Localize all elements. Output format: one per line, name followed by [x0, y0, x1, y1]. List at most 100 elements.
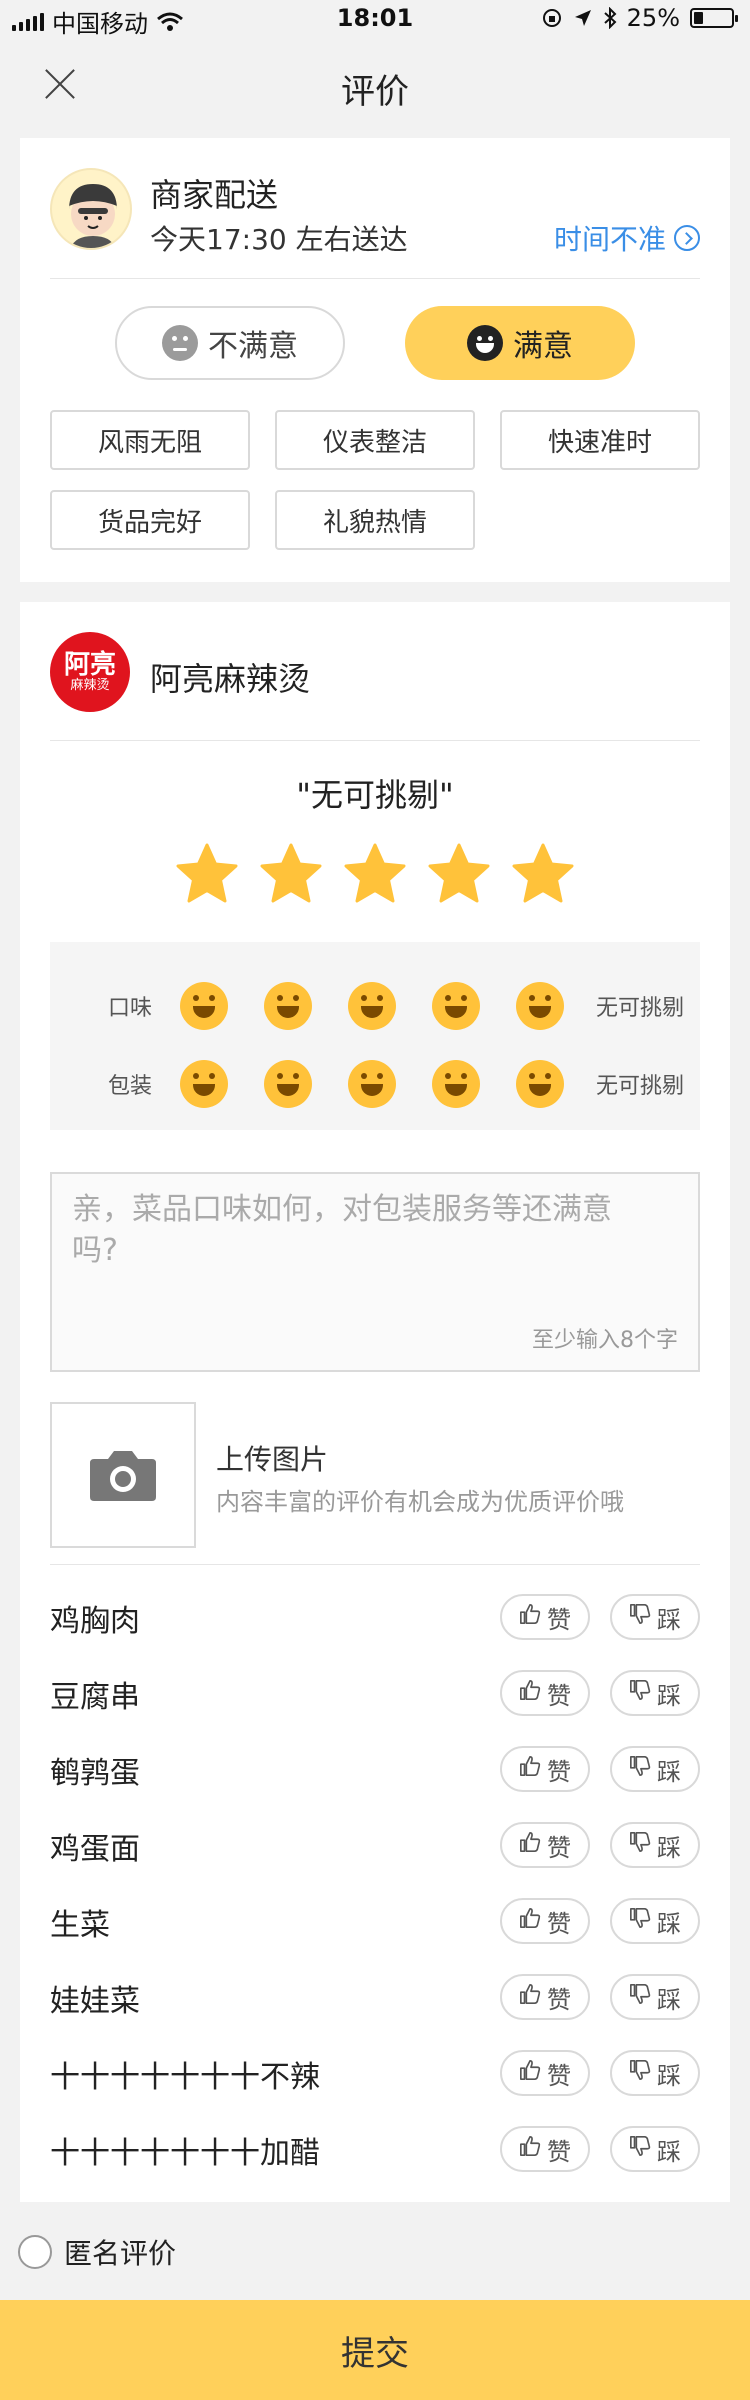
unsatisfied-label: 不满意 [208, 329, 298, 364]
dish-row: 鸡蛋面 赞 踩 [50, 1808, 700, 1884]
star-icon[interactable] [259, 842, 323, 906]
dish-name: 十十十十十十十不辣 [50, 2060, 320, 2095]
dislike-label: 踩 [657, 2137, 681, 2166]
tag-button[interactable]: 快速准时 [500, 410, 700, 470]
anonymous-label: 匿名评价 [64, 2237, 177, 2270]
battery-icon [690, 8, 738, 28]
dish-name: 鹌鹑蛋 [50, 1756, 140, 1791]
thumbs-down-icon [629, 1907, 651, 1935]
smile-emoji-icon[interactable] [180, 982, 228, 1030]
like-label: 赞 [547, 2137, 571, 2166]
dislike-label: 踩 [657, 2061, 681, 2090]
page-title: 评价 [341, 72, 409, 112]
shop-logo-text: 阿亮 [63, 649, 116, 680]
smile-emoji-icon[interactable] [348, 982, 396, 1030]
tag-button[interactable]: 仪表整洁 [275, 410, 475, 470]
smile-face-icon [467, 325, 503, 361]
status-bar: 中国移动 18:01 25% [0, 0, 750, 40]
dislike-button[interactable]: 踩 [610, 1898, 700, 1944]
comment-textarea[interactable]: 亲，菜品口味如何，对包装服务等还满意吗? 至少输入8个字 [50, 1172, 700, 1372]
like-button[interactable]: 赞 [500, 1974, 590, 2020]
smile-emoji-icon[interactable] [432, 1060, 480, 1108]
like-label: 赞 [547, 2061, 571, 2090]
sub-rating-result: 无可挑剔 [595, 1074, 684, 1099]
dish-name: 十十十十十十十加醋 [50, 2136, 320, 2171]
like-button[interactable]: 赞 [500, 1670, 590, 1716]
thumbs-down-icon [629, 2135, 651, 2163]
thumbs-down-icon [629, 1603, 651, 1631]
like-button[interactable]: 赞 [500, 1746, 590, 1792]
dislike-button[interactable]: 踩 [610, 1670, 700, 1716]
like-button[interactable]: 赞 [500, 2050, 590, 2096]
upload-photo-button[interactable] [50, 1402, 196, 1548]
like-button[interactable]: 赞 [500, 1594, 590, 1640]
unsatisfied-button[interactable]: 不满意 [115, 306, 345, 380]
dislike-label: 踩 [657, 1985, 681, 2014]
dislike-button[interactable]: 踩 [610, 2050, 700, 2096]
dish-row: 鸡胸肉 赞 踩 [50, 1580, 700, 1656]
smile-emoji-icon[interactable] [516, 1060, 564, 1108]
orientation-lock-icon [542, 9, 561, 27]
dish-row: 豆腐串 赞 踩 [50, 1656, 700, 1732]
star-rating[interactable] [20, 842, 730, 906]
satisfied-button[interactable]: 满意 [405, 306, 635, 380]
radio-icon [18, 2235, 52, 2269]
dish-name: 生菜 [50, 1908, 110, 1943]
like-button[interactable]: 赞 [500, 1822, 590, 1868]
chevron-right-icon [674, 225, 700, 251]
shop-review-card: 阿亮 麻辣烫 阿亮麻辣烫 "无可挑剔" 口味 无可挑剔 包装 无可挑剔 亲，菜品… [20, 602, 730, 2202]
like-button[interactable]: 赞 [500, 2126, 590, 2172]
upload-subtitle: 内容丰富的评价有机会成为优质评价哦 [216, 1488, 624, 1516]
star-icon[interactable] [427, 842, 491, 906]
dislike-label: 踩 [657, 1757, 681, 1786]
battery-percent: 25% [626, 4, 680, 32]
dislike-label: 踩 [657, 1909, 681, 1938]
sub-rating-result: 无可挑剔 [595, 996, 684, 1021]
smile-emoji-icon[interactable] [264, 1060, 312, 1108]
dislike-button[interactable]: 踩 [610, 2126, 700, 2172]
dislike-button[interactable]: 踩 [610, 1594, 700, 1640]
shop-logo-subtext: 麻辣烫 [70, 677, 110, 693]
smile-emoji-icon[interactable] [432, 982, 480, 1030]
thumbs-up-icon [519, 1755, 541, 1783]
delivery-title: 商家配送 [150, 176, 279, 214]
thumbs-up-icon [519, 1679, 541, 1707]
dislike-label: 踩 [657, 1833, 681, 1862]
like-button[interactable]: 赞 [500, 1898, 590, 1944]
upload-title: 上传图片 [216, 1443, 329, 1476]
smile-emoji-icon[interactable] [180, 1060, 228, 1108]
star-icon[interactable] [511, 842, 575, 906]
bluetooth-icon [603, 7, 617, 29]
thumbs-up-icon [519, 1983, 541, 2011]
time-inaccurate-link[interactable]: 时间不准 [554, 218, 700, 258]
rider-avatar [50, 168, 132, 250]
thumbs-up-icon [519, 2059, 541, 2087]
dislike-label: 踩 [657, 1681, 681, 1710]
submit-button[interactable]: 提交 [0, 2300, 750, 2400]
star-icon[interactable] [343, 842, 407, 906]
smile-emoji-icon[interactable] [348, 1060, 396, 1108]
location-icon [574, 10, 591, 26]
dislike-button[interactable]: 踩 [610, 1746, 700, 1792]
divider [50, 278, 700, 279]
tag-button[interactable]: 礼貌热情 [275, 490, 475, 550]
thumbs-up-icon [519, 1907, 541, 1935]
tag-button[interactable]: 货品完好 [50, 490, 250, 550]
anonymous-toggle[interactable]: 匿名评价 [18, 2232, 176, 2272]
dish-row: 娃娃菜 赞 踩 [50, 1960, 700, 2036]
nav-bar: 评价 [0, 40, 750, 128]
like-label: 赞 [547, 1605, 571, 1634]
thumbs-down-icon [629, 1755, 651, 1783]
smile-emoji-icon[interactable] [264, 982, 312, 1030]
time-inaccurate-label: 时间不准 [553, 223, 666, 256]
dislike-button[interactable]: 踩 [610, 1822, 700, 1868]
dislike-button[interactable]: 踩 [610, 1974, 700, 2020]
comment-hint: 至少输入8个字 [532, 1328, 678, 1353]
smile-emoji-icon[interactable] [516, 982, 564, 1030]
dish-row: 十十十十十十十加醋 赞 踩 [50, 2112, 700, 2188]
tag-button[interactable]: 风雨无阻 [50, 410, 250, 470]
camera-icon [90, 1451, 156, 1501]
thumbs-down-icon [629, 2059, 651, 2087]
star-icon[interactable] [175, 842, 239, 906]
dish-name: 娃娃菜 [50, 1984, 140, 2019]
